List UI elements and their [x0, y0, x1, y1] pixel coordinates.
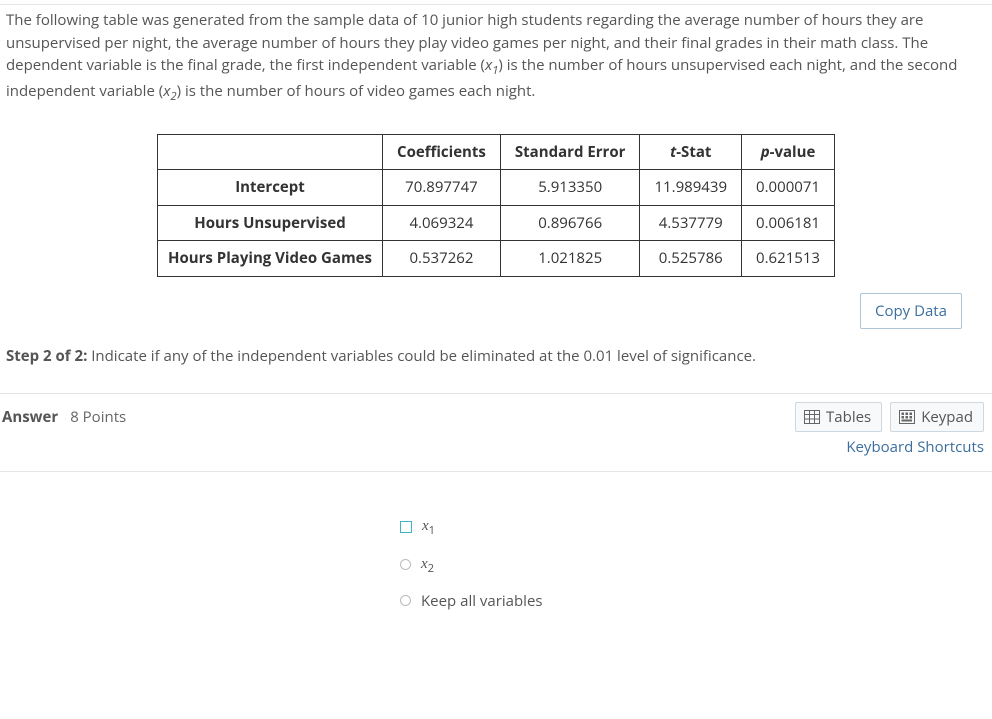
problem-statement: The following table was generated from t… — [0, 5, 992, 116]
step-prefix: Step 2 of 2: — [6, 346, 87, 366]
col-p-value: p-value — [742, 134, 835, 170]
table-row: Intercept 70.897747 5.913350 11.989439 0… — [157, 170, 834, 206]
tables-button[interactable]: Tables — [795, 402, 882, 432]
copy-data-button[interactable]: Copy Data — [860, 293, 962, 329]
cell-value: 0.896766 — [500, 205, 640, 241]
answer-options: x1 x2 Keep all variables — [0, 478, 992, 648]
cell-value: 0.006181 — [742, 205, 835, 241]
cell-value: 11.989439 — [640, 170, 742, 206]
cell-value: 0.000071 — [742, 170, 835, 206]
table-row: Hours Unsupervised 4.069324 0.896766 4.5… — [157, 205, 834, 241]
option-x2[interactable]: x2 — [400, 546, 992, 584]
var-x2: x2 — [163, 81, 176, 101]
cell-value: 5.913350 — [500, 170, 640, 206]
row-label-hours-video-games: Hours Playing Video Games — [157, 241, 382, 277]
tables-icon — [804, 410, 820, 424]
radio-icon[interactable] — [400, 595, 411, 606]
cell-value: 0.525786 — [640, 241, 742, 277]
row-label-hours-unsupervised: Hours Unsupervised — [157, 205, 382, 241]
radio-icon[interactable] — [400, 559, 411, 570]
keypad-button[interactable]: Keypad — [890, 402, 984, 432]
step-text: Indicate if any of the independent varia… — [87, 346, 756, 366]
col-t-stat: t-Stat — [640, 134, 742, 170]
cell-value: 70.897747 — [383, 170, 501, 206]
coefficients-table: Coefficients Standard Error t-Stat p-val… — [157, 134, 835, 277]
header-blank — [157, 134, 382, 170]
keypad-icon — [899, 410, 915, 424]
option-x1-label: x1 — [422, 514, 435, 540]
cell-value: 4.069324 — [383, 205, 501, 241]
cell-value: 1.021825 — [500, 241, 640, 277]
sample-size: 10 — [421, 10, 438, 30]
checkbox-icon[interactable] — [400, 521, 412, 533]
answer-bar: Answer 8 Points Tables — [0, 400, 992, 436]
keypad-button-label: Keypad — [921, 407, 973, 427]
tables-button-label: Tables — [826, 407, 871, 427]
var-x1: x1 — [485, 55, 498, 75]
points-label: 8 Points — [70, 406, 126, 429]
table-row: Hours Playing Video Games 0.537262 1.021… — [157, 241, 834, 277]
option-keep-all[interactable]: Keep all variables — [400, 584, 992, 619]
step-instruction: Step 2 of 2: Indicate if any of the inde… — [0, 337, 992, 388]
cell-value: 4.537779 — [640, 205, 742, 241]
keyboard-shortcuts-link[interactable]: Keyboard Shortcuts — [846, 436, 984, 459]
cell-value: 0.537262 — [383, 241, 501, 277]
option-keep-all-label: Keep all variables — [421, 590, 543, 613]
table-header-row: Coefficients Standard Error t-Stat p-val… — [157, 134, 834, 170]
answer-label: Answer — [2, 406, 58, 429]
col-standard-error: Standard Error — [500, 134, 640, 170]
col-coefficients: Coefficients — [383, 134, 501, 170]
significance-level: 0.01 — [583, 346, 613, 366]
row-label-intercept: Intercept — [157, 170, 382, 206]
option-x1[interactable]: x1 — [400, 508, 992, 546]
option-x2-label: x2 — [421, 552, 434, 578]
cell-value: 0.621513 — [742, 241, 835, 277]
